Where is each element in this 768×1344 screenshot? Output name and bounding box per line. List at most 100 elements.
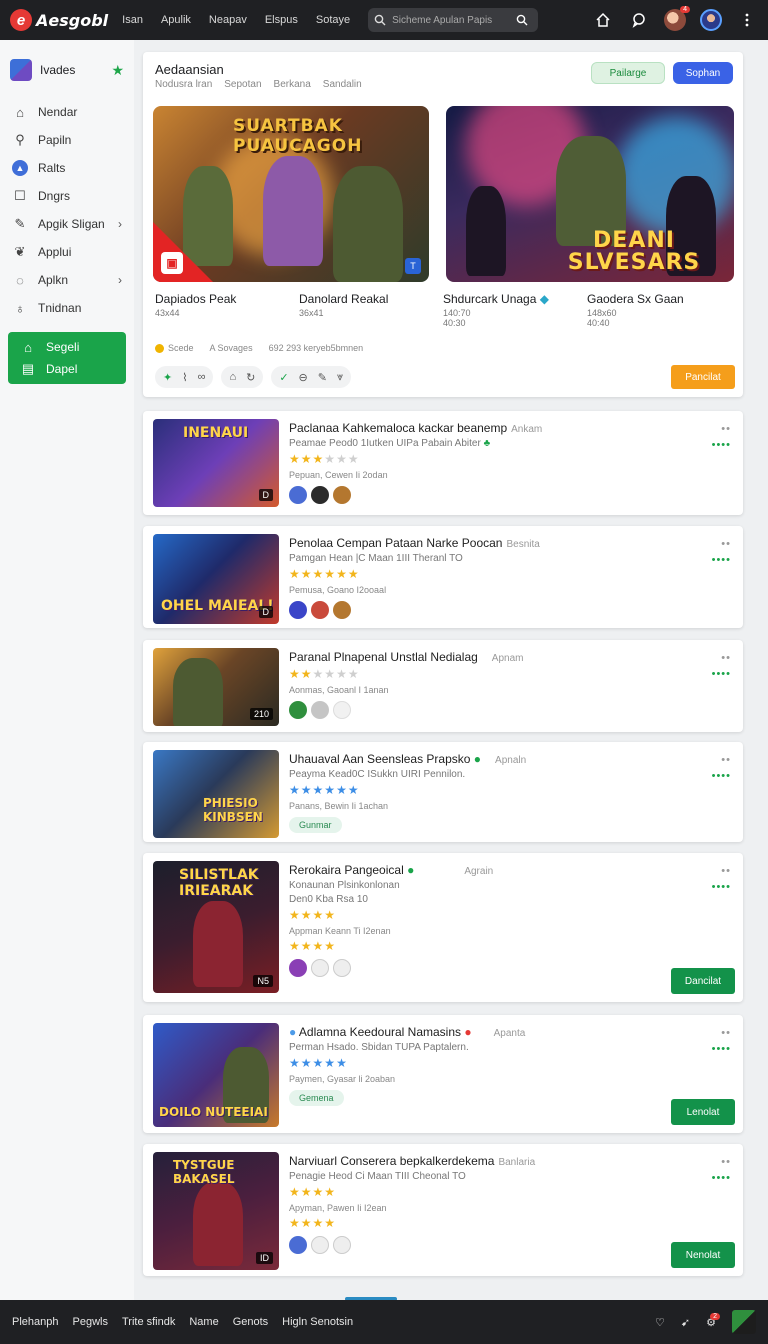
avatar[interactable] [333,601,351,619]
bottom-link[interactable]: Trite sfindk [122,1316,175,1328]
featured-green-button[interactable]: Pailarge [591,62,665,84]
list-item-meta: Panans, Bewin Ii 1achan [289,801,389,811]
nav-item[interactable]: Isan [122,14,143,26]
game-thumbnail[interactable]: 210 [153,648,279,726]
forward-icon[interactable] [333,1236,351,1254]
chat-icon[interactable] [628,9,650,31]
nav-item[interactable]: Neapav [209,14,247,26]
featured-action-button[interactable]: Pancilat [671,365,735,389]
search-bar[interactable] [368,8,539,32]
game-entry[interactable]: Shdurcark Unaga ◆ 140:70 40:30 [443,292,587,328]
subtitle-item[interactable]: Berkana [274,79,311,90]
list-item[interactable]: 210 Paranal Plnapenal Unstlal Nedialag Ap… [143,640,743,732]
avatar[interactable] [311,601,329,619]
filter-icon[interactable]: ⩔ [337,371,343,384]
more-icon[interactable]: •• [712,652,731,664]
avatar[interactable] [289,1236,307,1254]
featured-banner-right[interactable]: DEANI SLVESARS [446,106,734,282]
download-button[interactable]: Dancilat [671,968,735,994]
link-icon[interactable]: ∞ [198,371,206,383]
featured-blue-button[interactable]: Sophan [673,62,733,84]
game-thumbnail[interactable]: SILISTLAK IRIEARAK N5 [153,861,279,993]
download-button[interactable]: Nenolat [671,1242,735,1268]
game-thumbnail[interactable]: PHIESIO KINBSEN [153,750,279,838]
sparkle-icon[interactable]: ✦ [163,371,172,384]
sidebar-item[interactable]: ⌂ Nendar [0,98,134,126]
avatar[interactable] [311,486,329,504]
subtitle-item[interactable]: Sepotan [224,79,261,90]
share-icon[interactable]: ⌂ [229,371,236,383]
bottom-link[interactable]: Plehanph [12,1316,59,1328]
subtitle-item[interactable]: Nodusra lran [155,79,212,90]
list-item[interactable]: OHEL MAIEAL! D Penolaa Cempan Pataan Nar… [143,526,743,628]
sidebar-item[interactable]: ☐ Dngrs [0,182,134,210]
bottom-link[interactable]: Pegwls [73,1316,108,1328]
list-item[interactable]: PHIESIO KINBSEN Uhauaval Aan Seensleas P… [143,742,743,842]
game-cube-icon[interactable] [732,1310,756,1334]
genre-pill[interactable]: Gunmar [289,817,342,833]
send-icon[interactable]: ➹ [681,1316,690,1329]
star-icon[interactable]: ★ [111,62,124,79]
genre-pill[interactable]: Gemena [289,1090,344,1106]
refresh-icon[interactable]: ↻ [246,371,255,384]
search-input[interactable] [392,14,511,26]
user-avatar[interactable] [700,9,722,31]
more-menu-icon[interactable] [736,9,758,31]
bottom-link[interactable]: Higln Senotsin [282,1316,353,1328]
forward-icon[interactable] [333,959,351,977]
game-entry[interactable]: Dapiados Peak 43x44 [155,292,299,328]
search-submit-icon[interactable] [516,14,528,26]
sidebar-item[interactable]: ▲ Ralts [0,154,134,182]
list-item[interactable]: SILISTLAK IRIEARAK N5 Rerokaira Pangeoic… [143,853,743,1002]
bottom-link[interactable]: Genots [233,1316,268,1328]
download-button[interactable]: Lenolat [671,1099,735,1125]
avatar[interactable] [333,486,351,504]
heart-icon[interactable]: ♡ [655,1316,665,1329]
more-icon[interactable]: •• [712,1156,731,1168]
avatar[interactable] [289,601,307,619]
sidebar-item[interactable]: ◌ Aplkn › [0,266,134,294]
featured-banner-left[interactable]: SUARTBAK PUAUCAGOH ▣ T [153,106,429,282]
list-item[interactable]: TYSTGUE BAKASEL ID Narviuarl Conserera b… [143,1144,743,1276]
logo[interactable]: e Aesgobl [10,9,108,31]
share-icon[interactable] [311,959,329,977]
more-icon[interactable]: •• [712,754,731,766]
more-icon[interactable]: •• [712,423,731,435]
avatar[interactable]: 4 [664,6,690,31]
settings-icon[interactable]: ⚙ 2 [706,1312,720,1329]
game-entry[interactable]: Danolard Reakal 36x41 [299,292,443,328]
more-icon[interactable]: •• [712,538,731,550]
game-thumbnail[interactable]: OHEL MAIEAL! D [153,534,279,624]
game-thumbnail[interactable]: TYSTGUE BAKASEL ID [153,1152,279,1270]
sidebar-item[interactable]: ♁ Tnidnan [0,294,134,322]
more-icon[interactable]: •• [712,1027,731,1039]
sidebar-item[interactable]: ✎ Apgik Sligan › [0,210,134,238]
avatar[interactable] [333,701,351,719]
share-icon[interactable] [311,1236,329,1254]
game-thumbnail[interactable]: DOILO NUTEEIAI [153,1023,279,1127]
edit-icon[interactable]: ✎ [318,371,327,384]
game-entry[interactable]: Gaodera Sx Gaan 148x60 40:40 [587,292,731,328]
subtitle-item[interactable]: Sandalin [323,79,362,90]
bottom-link[interactable]: Name [189,1316,218,1328]
more-icon[interactable]: •• [712,865,731,877]
sidebar-item[interactable]: ❦ Applui [0,238,134,266]
sidebar-item[interactable]: ⚲ Papiln [0,126,134,154]
sidebar-item-active[interactable]: ▤ Dapel [8,358,126,380]
list-item[interactable]: DOILO NUTEEIAI ● Adlamna Keedoural Namas… [143,1015,743,1133]
nav-item[interactable]: Sotaye [316,14,350,26]
nav-item[interactable]: Apulik [161,14,191,26]
avatar[interactable] [289,959,307,977]
sidebar-item-active[interactable]: ⌂ Segeli [8,336,126,358]
compare-icon[interactable]: ⊖ [299,371,308,384]
avatar[interactable] [311,701,329,719]
pin-icon[interactable]: ⌇ [182,371,187,384]
avatar[interactable] [289,486,307,504]
avatar[interactable] [289,701,307,719]
check-icon[interactable]: ✓ [279,371,288,384]
home-icon[interactable] [592,9,614,31]
list-item[interactable]: INENAUI D Paclanaa Kahkemaloca kackar be… [143,411,743,515]
game-thumbnail[interactable]: INENAUI D [153,419,279,507]
nav-item[interactable]: Elspus [265,14,298,26]
sidebar-header[interactable]: Ivades ★ [0,54,134,86]
